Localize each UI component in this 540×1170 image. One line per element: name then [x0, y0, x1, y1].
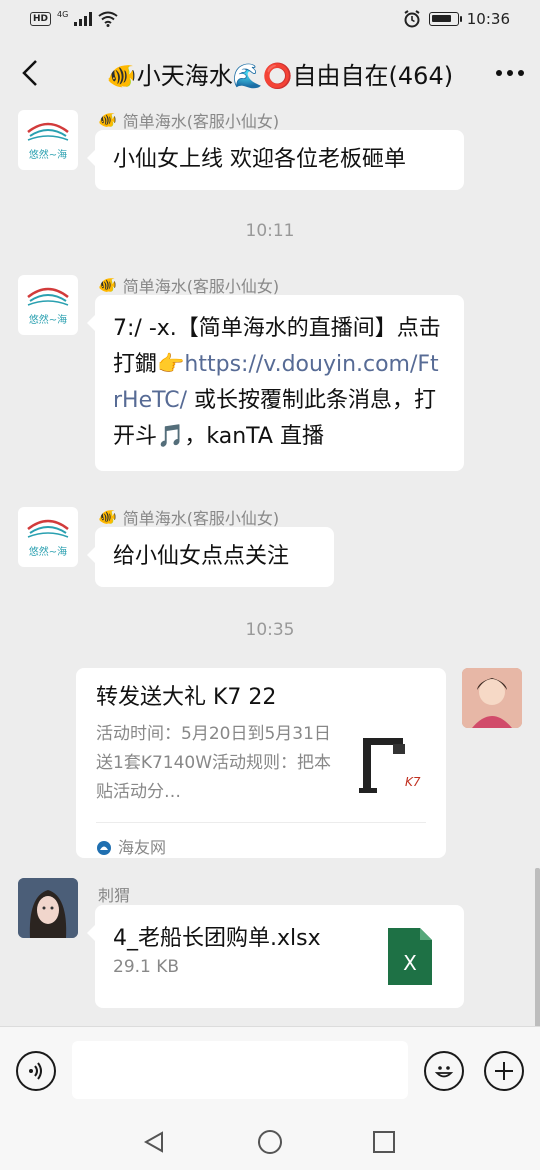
emoji-button[interactable] — [424, 1051, 464, 1091]
hd-badge: HD — [30, 12, 52, 26]
fish-icon: 🐠 — [98, 276, 117, 294]
circle-home-icon — [258, 1130, 282, 1154]
shop-logo-icon — [27, 287, 69, 306]
network-type: 4G — [57, 9, 69, 19]
sender-name: 🐠 简单海水(客服小仙女) — [98, 505, 279, 529]
scrollbar[interactable] — [535, 868, 540, 1026]
emoji-icon — [434, 1066, 454, 1078]
file-size: 29.1 KB — [113, 957, 180, 977]
clock: 10:36 — [466, 10, 510, 28]
fish-icon: 🐠 — [98, 508, 117, 526]
signal-icon — [74, 12, 93, 26]
voice-button[interactable] — [16, 1051, 56, 1091]
status-left: HD 4G — [30, 9, 118, 27]
voice-icon — [29, 1062, 42, 1080]
user-avatar-icon — [18, 878, 78, 938]
avatar-label: 悠然~海 — [28, 315, 68, 326]
link-card-title: 转发送大礼 K7 22 — [96, 685, 277, 710]
avatar[interactable]: 悠然~海 — [18, 507, 78, 567]
thumb-label: K7 — [405, 775, 421, 789]
link-card-divider — [96, 822, 426, 823]
nav-home-button[interactable] — [254, 1126, 286, 1158]
link-card-source: 海友网 — [96, 831, 166, 865]
chat-title: 🐠小天海水🌊⭕自由自在(464) — [106, 61, 454, 90]
sender-name: 刺猬 — [98, 886, 131, 905]
user-avatar-icon — [462, 668, 522, 728]
link-card-thumbnail: K7 — [353, 732, 423, 802]
sender-name-text: 简单海水(客服小仙女) — [122, 509, 280, 528]
sender-name: 🐠 简单海水(客服小仙女) — [98, 273, 279, 297]
avatar[interactable] — [18, 878, 78, 938]
time-stamp: 10:35 — [245, 620, 295, 640]
excel-file-icon: X — [388, 928, 432, 985]
file-name: 4_老船长团购单.xlsx — [113, 926, 321, 951]
sender-name-text: 简单海水(客服小仙女) — [122, 112, 280, 131]
status-bar: HD 4G 10:36 — [0, 0, 540, 38]
link-card-description: 活动时间：5月20日到5月31日送1套K7140W活动规则：把本贴活动分… — [96, 724, 332, 802]
product-lamp-icon: K7 — [359, 738, 421, 793]
message-input[interactable] — [72, 1041, 408, 1099]
title-bar: 🐠小天海水🌊⭕自由自在(464) — [0, 38, 540, 108]
sender-name: 🐠 简单海水(客服小仙女) — [98, 108, 279, 132]
nav-back-button[interactable] — [138, 1126, 170, 1158]
link-card-source-text: 海友网 — [118, 838, 167, 857]
back-button[interactable] — [0, 38, 60, 108]
nav-recent-button[interactable] — [368, 1126, 400, 1158]
battery-icon — [428, 12, 462, 26]
message-bubble[interactable]: 7:/ -x.【简单海水的直播间】点击打鐗👉https://v.douyin.c… — [87, 295, 464, 471]
square-recent-icon — [373, 1131, 395, 1153]
link-card[interactable]: 转发送大礼 K7 22 活动时间：5月20日到5月31日送1套K7140W活动规… — [76, 668, 446, 858]
time-stamp: 10:11 — [245, 221, 295, 241]
more-dots-icon — [496, 70, 524, 76]
more-button[interactable] — [480, 38, 540, 108]
plus-icon — [495, 1062, 513, 1080]
system-nav-bar — [0, 1114, 540, 1170]
message-bubble[interactable]: 给小仙女点点关注 — [87, 527, 334, 587]
plus-button[interactable] — [484, 1051, 524, 1091]
shop-logo-icon — [27, 519, 69, 538]
chevron-left-icon — [22, 60, 37, 86]
avatar-label: 悠然~海 — [28, 150, 68, 161]
shop-logo-icon — [27, 122, 69, 141]
wifi-icon — [98, 11, 118, 27]
alarm-icon — [404, 10, 420, 28]
input-bar — [0, 1026, 540, 1114]
avatar[interactable]: 悠然~海 — [18, 110, 78, 170]
triangle-back-icon — [143, 1131, 163, 1153]
sender-name-text: 简单海水(客服小仙女) — [122, 277, 280, 296]
source-logo-icon — [97, 841, 111, 855]
avatar-label: 悠然~海 — [28, 547, 68, 558]
excel-letter: X — [403, 951, 417, 975]
message-list[interactable]: 悠然~海 🐠 简单海水(客服小仙女) 小仙女上线 欢迎各位老板砸单 10:11 … — [0, 108, 540, 1026]
avatar[interactable] — [462, 668, 522, 728]
fish-icon: 🐠 — [98, 111, 117, 129]
avatar[interactable]: 悠然~海 — [18, 275, 78, 335]
message-bubble[interactable]: 小仙女上线 欢迎各位老板砸单 — [87, 130, 464, 190]
battery-fill — [431, 15, 451, 22]
file-bubble[interactable]: 4_老船长团购单.xlsx 29.1 KB X — [87, 905, 464, 1008]
status-right: 10:36 — [403, 10, 510, 28]
